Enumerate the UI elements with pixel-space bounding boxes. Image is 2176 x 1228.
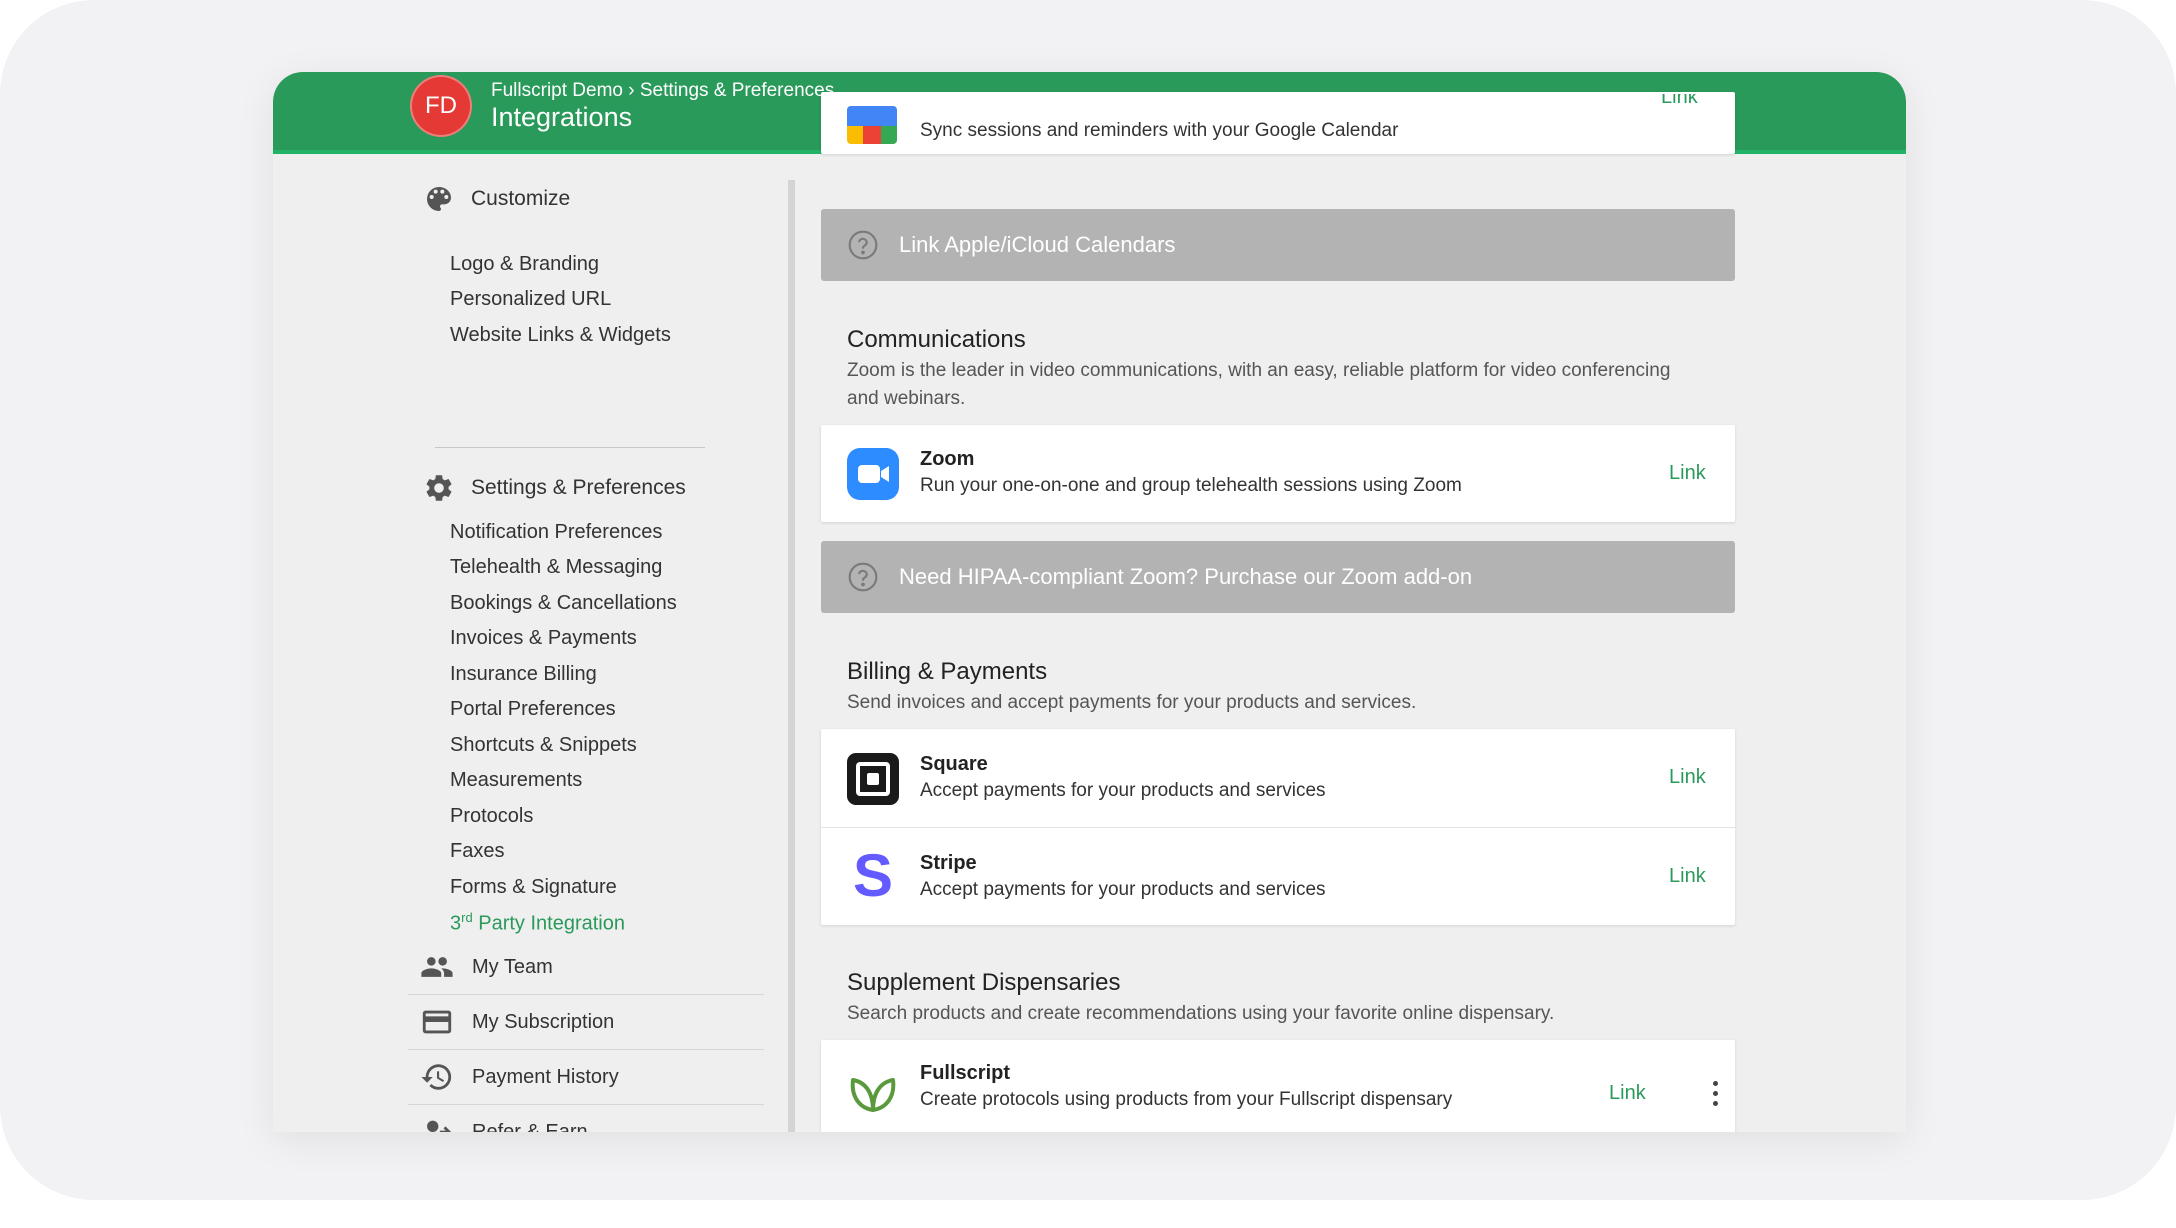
square-row: Square Accept payments for your products… <box>821 729 1735 828</box>
sidebar-item-notification-preferences[interactable]: Notification Preferences <box>450 521 662 544</box>
sidebar-item-invoices-payments[interactable]: Invoices & Payments <box>450 627 637 650</box>
communications-heading: Communications <box>847 326 1026 353</box>
breadcrumb: Fullscript Demo › Settings & Preferences <box>491 80 834 102</box>
sidebar-section-customize[interactable]: Customize <box>423 183 570 215</box>
breadcrumb-separator: › <box>622 80 640 101</box>
supplement-dispensaries-description: Search products and create recommendatio… <box>847 1003 1555 1024</box>
sidebar-section-label: Settings & Preferences <box>471 476 686 499</box>
sidebar-item-shortcuts-snippets[interactable]: Shortcuts & Snippets <box>450 734 637 757</box>
google-calendar-icon <box>847 106 897 144</box>
sidebar-item-label: Refer & Earn <box>472 1120 588 1133</box>
communications-description: Zoom is the leader in video communicatio… <box>847 360 1671 409</box>
history-icon <box>421 1064 452 1090</box>
stripe-icon: S <box>852 842 894 909</box>
sidebar-divider <box>435 447 705 448</box>
sidebar-item-refer-earn[interactable]: Refer & Earn <box>408 1105 764 1132</box>
active-item-prefix: 3 <box>450 912 462 935</box>
sidebar-item-bookings-cancellations[interactable]: Bookings & Cancellations <box>450 592 677 615</box>
stripe-description: Accept payments for your products and se… <box>920 879 1326 900</box>
sidebar-section-settings[interactable]: Settings & Preferences <box>423 472 686 504</box>
sidebar-item-portal-preferences[interactable]: Portal Preferences <box>450 698 616 721</box>
fullscript-description: Create protocols using products from you… <box>920 1089 1453 1110</box>
active-item-rest: Party Integration <box>472 912 625 935</box>
square-name: Square <box>920 753 988 775</box>
square-description: Accept payments for your products and se… <box>920 780 1326 801</box>
zoom-name: Zoom <box>920 448 975 470</box>
sidebar-item-measurements[interactable]: Measurements <box>450 769 582 792</box>
credit-card-icon <box>422 1010 452 1034</box>
app-window: FD Fullscript Demo › Settings & Preferen… <box>273 72 1906 1132</box>
sidebar-item-personalized-url[interactable]: Personalized URL <box>450 288 611 311</box>
billing-card-group: Square Accept payments for your products… <box>821 729 1735 925</box>
sidebar-item-forms-signature[interactable]: Forms & Signature <box>450 876 617 899</box>
sidebar: Customize Logo & Branding Personalized U… <box>273 150 793 1132</box>
help-circle-icon <box>848 230 878 260</box>
sidebar-item-faxes[interactable]: Faxes <box>450 840 504 863</box>
google-calendar-link[interactable]: Link <box>1661 94 1698 112</box>
sidebar-item-3rd-party-integration[interactable]: 3rd Party Integration <box>450 910 625 936</box>
sidebar-item-label: My Subscription <box>472 1010 615 1033</box>
sidebar-item-insurance-billing[interactable]: Insurance Billing <box>450 663 597 686</box>
zoom-icon <box>847 448 899 500</box>
zoom-card: Zoom Run your one-on-one and group teleh… <box>821 425 1735 522</box>
active-item-superscript: rd <box>461 910 473 925</box>
apple-calendar-banner[interactable]: Link Apple/iCloud Calendars <box>821 209 1735 281</box>
people-icon <box>421 957 453 977</box>
billing-payments-heading: Billing & Payments <box>847 658 1048 685</box>
sidebar-item-my-team[interactable]: My Team <box>408 940 764 995</box>
google-calendar-description: Sync sessions and reminders with your Go… <box>920 120 1399 141</box>
breadcrumb-org[interactable]: Fullscript Demo <box>491 80 623 101</box>
sidebar-section-label: Customize <box>471 187 571 210</box>
fullscript-name: Fullscript <box>920 1062 1011 1084</box>
breadcrumb-section[interactable]: Settings & Preferences <box>640 80 834 101</box>
stripe-name: Stripe <box>920 852 977 874</box>
sidebar-item-protocols[interactable]: Protocols <box>450 805 533 828</box>
sidebar-item-my-subscription[interactable]: My Subscription <box>408 995 764 1050</box>
sidebar-item-website-links[interactable]: Website Links & Widgets <box>450 324 671 347</box>
square-icon <box>847 753 899 805</box>
square-link-button[interactable]: Link <box>1669 766 1706 789</box>
stripe-link-button[interactable]: Link <box>1669 865 1706 888</box>
supplement-dispensaries-heading: Supplement Dispensaries <box>847 969 1121 996</box>
avatar[interactable]: FD <box>410 75 472 137</box>
sidebar-item-payment-history[interactable]: Payment History <box>408 1050 764 1105</box>
palette-icon <box>427 187 451 211</box>
sidebar-item-logo-branding[interactable]: Logo & Branding <box>450 253 599 276</box>
sidebar-item-label: Payment History <box>472 1065 619 1088</box>
fullscript-card: Fullscript Create protocols using produc… <box>821 1040 1735 1132</box>
page-title: Integrations <box>491 102 633 132</box>
hipaa-zoom-banner-text: Need HIPAA-compliant Zoom? Purchase our … <box>899 564 1473 589</box>
help-circle-icon <box>848 562 878 592</box>
refer-user-icon <box>427 1120 452 1132</box>
hipaa-zoom-banner[interactable]: Need HIPAA-compliant Zoom? Purchase our … <box>821 541 1735 613</box>
stripe-row: S Stripe Accept payments for your produc… <box>821 827 1735 925</box>
more-options-icon[interactable] <box>1713 1081 1719 1107</box>
fullscript-link-button[interactable]: Link <box>1609 1082 1646 1105</box>
gear-icon <box>426 475 452 501</box>
sidebar-item-label: My Team <box>472 955 553 978</box>
apple-calendar-banner-text: Link Apple/iCloud Calendars <box>899 232 1176 257</box>
zoom-link-button[interactable]: Link <box>1669 462 1706 485</box>
sidebar-scrollbar[interactable] <box>788 180 795 1132</box>
billing-payments-description: Send invoices and accept payments for yo… <box>847 692 1417 713</box>
zoom-description: Run your one-on-one and group telehealth… <box>920 475 1462 496</box>
google-calendar-card: Sync sessions and reminders with your Go… <box>821 92 1735 154</box>
fullscript-leaf-icon <box>847 1064 899 1116</box>
sidebar-item-telehealth-messaging[interactable]: Telehealth & Messaging <box>450 556 662 579</box>
